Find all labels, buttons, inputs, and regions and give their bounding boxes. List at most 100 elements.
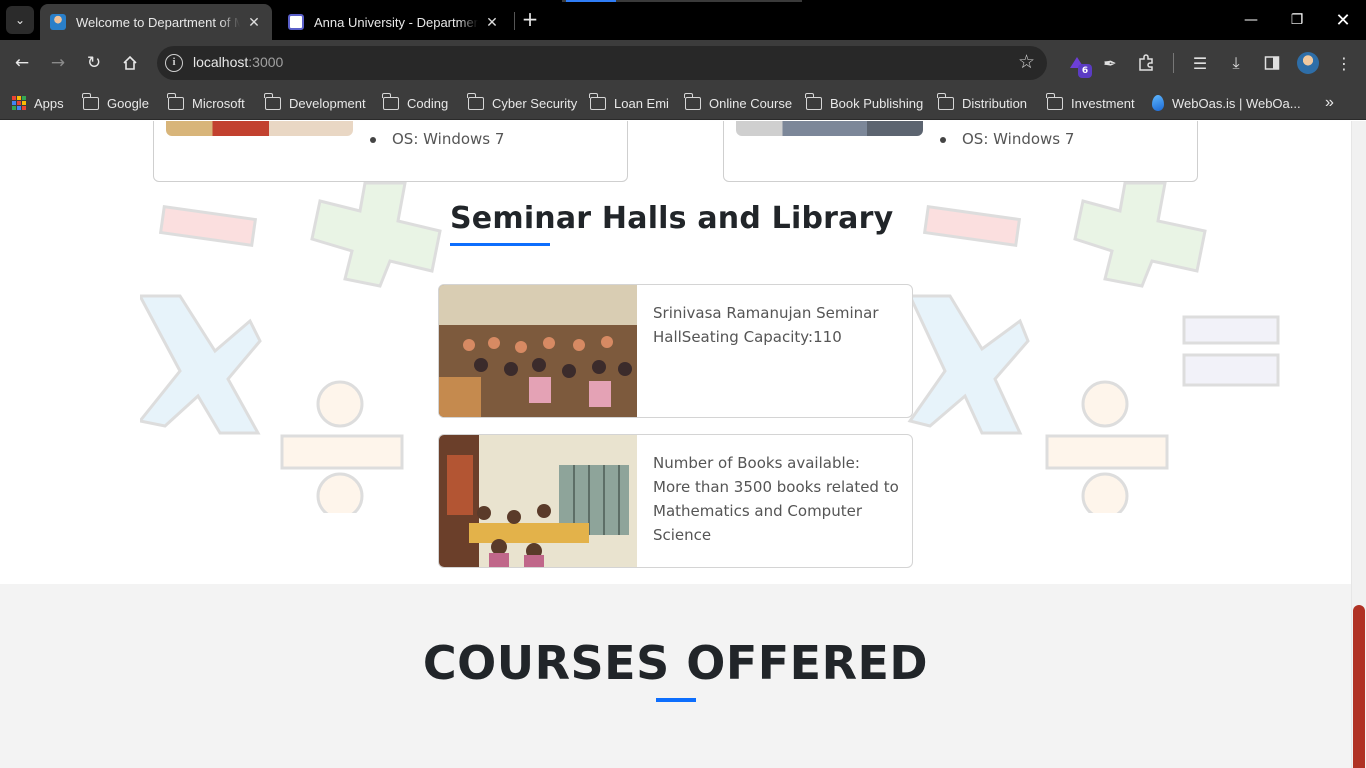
folder-icon — [382, 92, 399, 110]
close-tab-icon[interactable]: ✕ — [246, 14, 262, 31]
tab-inactive[interactable]: Anna University - Department of Mathemat… — [278, 4, 510, 40]
minus-symbol-right — [922, 205, 1022, 247]
url-host: localhost — [193, 54, 249, 70]
url-port: :3000 — [248, 54, 284, 70]
bookmark-folder-google[interactable]: Google — [82, 92, 149, 113]
bookmark-folder-coding[interactable]: Coding — [382, 92, 449, 113]
eyedropper-icon: ✒ — [1103, 53, 1117, 73]
library-description: Number of Books available: More than 350… — [653, 454, 899, 544]
side-panel-button[interactable] — [1259, 50, 1285, 76]
library-photo — [439, 435, 637, 567]
close-tab-icon[interactable]: ✕ — [484, 14, 500, 31]
bookmark-label: Coding — [407, 95, 449, 111]
reload-icon: ↻ — [86, 53, 102, 73]
menu-button[interactable]: ⋮ — [1331, 50, 1357, 76]
times-symbol-right — [907, 294, 1030, 435]
profile-avatar[interactable] — [1297, 52, 1319, 74]
browser-toolbar: ← → ↻ i localhost:3000 ☆ 6 ✒ — [0, 40, 1366, 86]
tab-separator — [514, 12, 515, 30]
bookmark-folder-distribution[interactable]: Distribution — [937, 92, 1027, 113]
tab-title: Welcome to Department of Mathematics — [76, 14, 240, 30]
tab-progress-indicator — [562, 0, 802, 2]
bookmark-apps[interactable]: Apps — [12, 93, 64, 113]
minimize-button[interactable]: — — [1228, 0, 1274, 40]
apps-grid-icon — [12, 96, 26, 110]
minus-symbol-left — [158, 205, 258, 247]
divide-symbol-right — [1045, 380, 1169, 513]
folder-icon — [1046, 92, 1063, 110]
section-title-courses: COURSES OFFERED — [422, 636, 929, 690]
folder-icon — [684, 92, 701, 110]
times-symbol-left — [140, 294, 262, 435]
courses-section: COURSES OFFERED — [0, 584, 1351, 768]
lab-spec-item: OS: Windows 7 — [369, 130, 505, 148]
tab-active[interactable]: Welcome to Department of Mathematics ✕ — [40, 4, 272, 40]
bookmark-folder-online-course[interactable]: Online Course — [684, 92, 793, 113]
section-title-seminar: Seminar Halls and Library — [450, 201, 894, 236]
kebab-menu-icon: ⋮ — [1336, 53, 1352, 73]
folder-icon — [805, 92, 822, 110]
address-bar[interactable]: i localhost:3000 ☆ — [157, 46, 1047, 80]
lab-photo — [736, 121, 923, 136]
equals-symbol-right — [1182, 315, 1280, 387]
forward-button[interactable]: → — [44, 49, 72, 77]
lab-photo — [166, 121, 353, 136]
chevron-double-right-icon: » — [1325, 94, 1334, 111]
folder-icon — [467, 92, 484, 110]
folder-icon — [264, 92, 281, 110]
close-window-button[interactable]: ✕ — [1320, 0, 1366, 40]
section-underline — [450, 243, 550, 246]
bookmark-folder-loan-emi[interactable]: Loan Emi — [589, 92, 669, 113]
weboasis-icon — [1152, 95, 1164, 111]
section-underline — [656, 698, 696, 702]
bookmark-folder-book-publishing[interactable]: Book Publishing — [805, 92, 924, 113]
site-info-icon[interactable]: i — [165, 54, 183, 72]
download-icon: ⤓ — [1232, 53, 1240, 72]
back-button[interactable]: ← — [8, 49, 36, 77]
arrow-right-icon: → — [50, 53, 66, 73]
restore-button[interactable]: ❐ — [1274, 0, 1320, 40]
bookmark-folder-microsoft[interactable]: Microsoft — [167, 92, 245, 113]
bookmark-label: Google — [107, 95, 149, 111]
reading-list-button[interactable]: ☰ — [1187, 50, 1213, 76]
scrollbar-thumb[interactable] — [1353, 605, 1365, 768]
plus-symbol-left — [310, 181, 442, 288]
bookmark-label: WebOas.is | WebOa... — [1172, 95, 1301, 111]
bookmark-weboasis[interactable]: WebOas.is | WebOa... — [1152, 93, 1301, 113]
bookmark-folder-cyber-security[interactable]: Cyber Security — [467, 92, 578, 113]
lab-card-right: OS: Windows 7 — [723, 121, 1198, 182]
address-url[interactable]: localhost:3000 — [193, 54, 283, 70]
downloads-button[interactable]: ⤓ — [1223, 50, 1249, 76]
bookmark-label: Development — [289, 95, 366, 111]
tab-title: Anna University - Department of Mathemat… — [314, 14, 478, 30]
bookmark-label: Apps — [34, 95, 64, 111]
lab-card-left: OS: Windows 7 — [153, 121, 628, 182]
extension-button[interactable]: 6 — [1064, 50, 1092, 78]
page-scrollbar[interactable] — [1351, 121, 1366, 768]
tab-search-button[interactable]: ⌄ — [6, 6, 34, 34]
eyedropper-button[interactable]: ✒ — [1097, 50, 1123, 76]
bookmark-folder-investment[interactable]: Investment — [1046, 92, 1135, 113]
home-button[interactable] — [116, 49, 144, 77]
bookmark-label: Online Course — [709, 95, 793, 111]
lab-spec-item: OS: Windows 7 — [939, 130, 1075, 148]
bookmark-folder-development[interactable]: Development — [264, 92, 366, 113]
tab-strip: ⌄ Welcome to Department of Mathematics ✕… — [0, 0, 1366, 40]
page-viewport: OS: Windows 7 OS: Windows 7 Seminar Hall… — [0, 121, 1366, 768]
bookmarks-overflow-button[interactable]: » — [1325, 93, 1334, 113]
bookmark-label: Microsoft — [192, 95, 245, 111]
folder-icon — [82, 92, 99, 110]
bookmarks-bar: Apps Google Microsoft Development Coding… — [0, 86, 1366, 120]
folder-icon — [589, 92, 606, 110]
bookmark-label: Book Publishing — [830, 95, 924, 111]
reload-button[interactable]: ↻ — [80, 49, 108, 77]
folder-icon — [937, 92, 954, 110]
reading-list-icon: ☰ — [1192, 53, 1208, 73]
chevron-down-icon: ⌄ — [14, 13, 26, 27]
bookmark-label: Cyber Security — [492, 95, 578, 111]
new-tab-button[interactable]: + — [518, 8, 542, 32]
extensions-button[interactable] — [1133, 50, 1159, 76]
library-card: Number of Books available: More than 350… — [438, 434, 913, 568]
bookmark-star-icon[interactable]: ☆ — [1018, 51, 1035, 73]
plus-symbol-right — [1073, 181, 1207, 288]
